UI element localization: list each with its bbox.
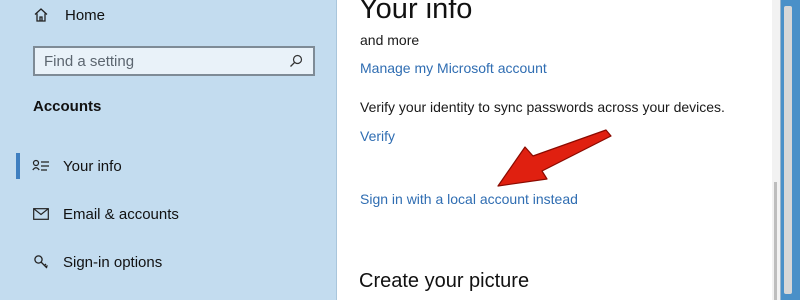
search-input[interactable] <box>35 48 287 74</box>
home-label: Home <box>65 6 106 24</box>
home-nav-item[interactable]: Home <box>32 2 105 28</box>
section-title-accounts: Accounts <box>33 98 102 115</box>
search-box[interactable] <box>33 46 315 76</box>
sidebar-divider <box>336 0 337 300</box>
sidebar-item-label: Sign-in options <box>63 253 163 271</box>
partial-text: and more <box>360 32 420 48</box>
sidebar-item-label: Your info <box>63 157 122 175</box>
home-icon <box>32 6 50 24</box>
page-title: Your info <box>359 0 473 25</box>
active-indicator <box>16 153 20 179</box>
window-scrollbar-thumb[interactable] <box>784 6 792 294</box>
annotation-arrow-icon <box>497 129 612 187</box>
content-scrollbar-thumb[interactable] <box>774 182 777 300</box>
sidebar-item-email-accounts[interactable]: Email & accounts <box>16 192 336 236</box>
person-card-icon <box>32 157 50 175</box>
create-picture-heading: Create your picture <box>359 270 530 292</box>
sidebar-item-sign-in-options[interactable]: Sign-in options <box>16 240 336 284</box>
mail-icon <box>32 205 50 223</box>
verify-description: Verify your identity to sync passwords a… <box>360 99 725 115</box>
verify-link[interactable]: Verify <box>360 128 395 144</box>
content-scrollbar[interactable] <box>772 0 780 300</box>
settings-window: Home Accounts Your info Email & accounts <box>0 0 780 300</box>
manage-account-link[interactable]: Manage my Microsoft account <box>360 60 547 76</box>
search-icon[interactable] <box>287 52 305 70</box>
key-icon <box>32 253 50 271</box>
window-scrollbar[interactable] <box>781 0 800 300</box>
sidebar: Home Accounts Your info Email & accounts <box>0 0 336 300</box>
sidebar-item-your-info[interactable]: Your info <box>16 144 336 188</box>
sidebar-item-label: Email & accounts <box>63 205 179 223</box>
